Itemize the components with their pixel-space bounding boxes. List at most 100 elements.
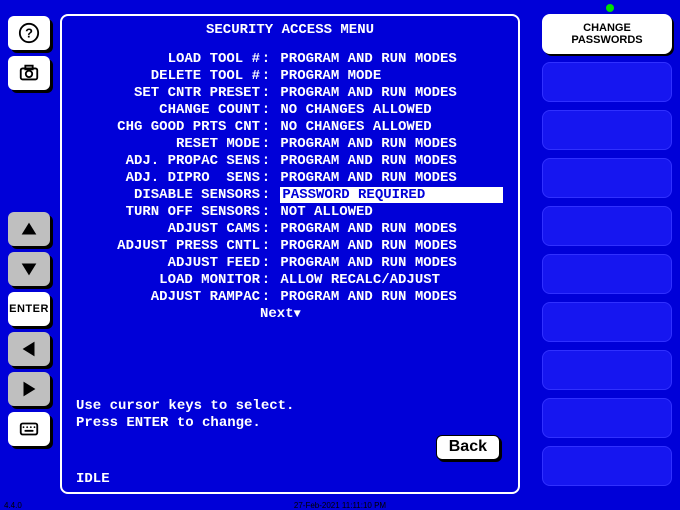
help-button[interactable]: ? — [8, 16, 50, 50]
setting-value: PROGRAM AND RUN MODES — [280, 170, 456, 186]
softkey-blank-4 — [542, 158, 672, 198]
softkey-line-1: CHANGE — [583, 22, 631, 34]
softkey-blank-7 — [542, 302, 672, 342]
setting-colon: : — [260, 221, 272, 238]
setting-row[interactable]: ADJUST PRESS CNTL: PROGRAM AND RUN MODES — [70, 238, 510, 255]
setting-value-wrap: PROGRAM AND RUN MODES — [280, 289, 510, 306]
right-softkeys: CHANGE PASSWORDS — [542, 14, 672, 486]
setting-label: ADJUST CAMS — [70, 221, 260, 238]
setting-row[interactable]: ADJ. DIPRO SENS: PROGRAM AND RUN MODES — [70, 170, 510, 187]
setting-value-wrap: PROGRAM AND RUN MODES — [280, 153, 510, 170]
setting-value-wrap: PROGRAM AND RUN MODES — [280, 136, 510, 153]
setting-row[interactable]: CHANGE COUNT: NO CHANGES ALLOWED — [70, 102, 510, 119]
setting-label: DISABLE SENSORS — [70, 187, 260, 204]
setting-label: DELETE TOOL # — [70, 68, 260, 85]
setting-value-wrap: PROGRAM AND RUN MODES — [280, 170, 510, 187]
setting-row[interactable]: CHG GOOD PRTS CNT: NO CHANGES ALLOWED — [70, 119, 510, 136]
setting-value: PROGRAM AND RUN MODES — [280, 221, 456, 237]
setting-row[interactable]: ADJUST FEED: PROGRAM AND RUN MODES — [70, 255, 510, 272]
setting-value: PROGRAM MODE — [280, 68, 381, 84]
setting-row[interactable]: RESET MODE: PROGRAM AND RUN MODES — [70, 136, 510, 153]
arrow-up-icon — [18, 218, 40, 240]
setting-row[interactable]: ADJUST CAMS: PROGRAM AND RUN MODES — [70, 221, 510, 238]
setting-value: NO CHANGES ALLOWED — [280, 119, 431, 135]
arrow-down-icon — [18, 258, 40, 280]
setting-value: PROGRAM AND RUN MODES — [280, 85, 456, 101]
setting-label: TURN OFF SENSORS — [70, 204, 260, 221]
setting-colon: : — [260, 68, 272, 85]
status-led — [606, 4, 614, 12]
setting-colon: : — [260, 272, 272, 289]
setting-value: ALLOW RECALC/ADJUST — [280, 272, 440, 288]
setting-label: LOAD MONITOR — [70, 272, 260, 289]
setting-value-wrap: PASSWORD REQUIRED — [280, 187, 510, 204]
softkey-blank-2 — [542, 62, 672, 102]
setting-value-wrap: PROGRAM AND RUN MODES — [280, 221, 510, 238]
softkey-blank-5 — [542, 206, 672, 246]
setting-value: PROGRAM AND RUN MODES — [280, 51, 456, 67]
setting-value: NOT ALLOWED — [280, 204, 372, 220]
setting-row[interactable]: TURN OFF SENSORS: NOT ALLOWED — [70, 204, 510, 221]
setting-colon: : — [260, 204, 272, 221]
setting-row[interactable]: DELETE TOOL #: PROGRAM MODE — [70, 68, 510, 85]
setting-colon: : — [260, 170, 272, 187]
setting-value: PROGRAM AND RUN MODES — [280, 238, 456, 254]
left-button[interactable] — [8, 332, 50, 366]
right-button[interactable] — [8, 372, 50, 406]
help-icon: ? — [18, 22, 40, 44]
page-title: SECURITY ACCESS MENU — [70, 22, 510, 39]
keyboard-button[interactable] — [8, 412, 50, 446]
down-button[interactable] — [8, 252, 50, 286]
setting-value-wrap: NO CHANGES ALLOWED — [280, 119, 510, 136]
settings-list: LOAD TOOL #: PROGRAM AND RUN MODESDELETE… — [70, 51, 510, 306]
camera-icon — [18, 62, 40, 84]
setting-value-wrap: PROGRAM AND RUN MODES — [280, 51, 510, 68]
status-text: IDLE — [76, 471, 110, 488]
setting-value-wrap: PROGRAM AND RUN MODES — [280, 255, 510, 272]
softkey-blank-8 — [542, 350, 672, 390]
back-button[interactable]: Back — [436, 435, 500, 460]
setting-value: PROGRAM AND RUN MODES — [280, 136, 456, 152]
setting-colon: : — [260, 102, 272, 119]
softkey-line-2: PASSWORDS — [571, 34, 642, 46]
setting-label: SET CNTR PRESET — [70, 85, 260, 102]
setting-value-wrap: PROGRAM AND RUN MODES — [280, 238, 510, 255]
camera-button[interactable] — [8, 56, 50, 90]
setting-value: PROGRAM AND RUN MODES — [280, 255, 456, 271]
main-panel: SECURITY ACCESS MENU LOAD TOOL #: PROGRA… — [60, 14, 520, 494]
enter-label: ENTER — [9, 303, 49, 315]
setting-colon: : — [260, 136, 272, 153]
setting-value: PROGRAM AND RUN MODES — [280, 153, 456, 169]
setting-row[interactable]: ADJ. PROPAC SENS: PROGRAM AND RUN MODES — [70, 153, 510, 170]
next-page[interactable]: Next▼ — [70, 306, 510, 323]
up-button[interactable] — [8, 212, 50, 246]
setting-colon: : — [260, 238, 272, 255]
setting-label: ADJ. DIPRO SENS — [70, 170, 260, 187]
setting-colon: : — [260, 51, 272, 68]
setting-row[interactable]: LOAD MONITOR: ALLOW RECALC/ADJUST — [70, 272, 510, 289]
setting-value-wrap: NOT ALLOWED — [280, 204, 510, 221]
softkey-blank-3 — [542, 110, 672, 150]
setting-label: ADJUST PRESS CNTL — [70, 238, 260, 255]
setting-value: PROGRAM AND RUN MODES — [280, 289, 456, 305]
help-text: Use cursor keys to select. Press ENTER t… — [76, 398, 294, 432]
setting-row[interactable]: ADJUST RAMPAC: PROGRAM AND RUN MODES — [70, 289, 510, 306]
enter-button[interactable]: ENTER — [8, 292, 50, 326]
setting-row[interactable]: DISABLE SENSORS: PASSWORD REQUIRED — [70, 187, 510, 204]
setting-row[interactable]: SET CNTR PRESET: PROGRAM AND RUN MODES — [70, 85, 510, 102]
setting-row[interactable]: LOAD TOOL #: PROGRAM AND RUN MODES — [70, 51, 510, 68]
setting-colon: : — [260, 255, 272, 272]
help-line-2: Press ENTER to change. — [76, 415, 261, 431]
setting-colon: : — [260, 85, 272, 102]
setting-label: RESET MODE — [70, 136, 260, 153]
change-passwords-button[interactable]: CHANGE PASSWORDS — [542, 14, 672, 54]
setting-colon: : — [260, 187, 272, 204]
setting-label: ADJUST RAMPAC — [70, 289, 260, 306]
setting-value: NO CHANGES ALLOWED — [280, 102, 431, 118]
chevron-down-icon: ▼ — [294, 307, 301, 321]
next-label: Next — [260, 306, 294, 322]
setting-colon: : — [260, 289, 272, 306]
softkey-blank-6 — [542, 254, 672, 294]
setting-value-wrap: NO CHANGES ALLOWED — [280, 102, 510, 119]
softkey-blank-9 — [542, 398, 672, 438]
